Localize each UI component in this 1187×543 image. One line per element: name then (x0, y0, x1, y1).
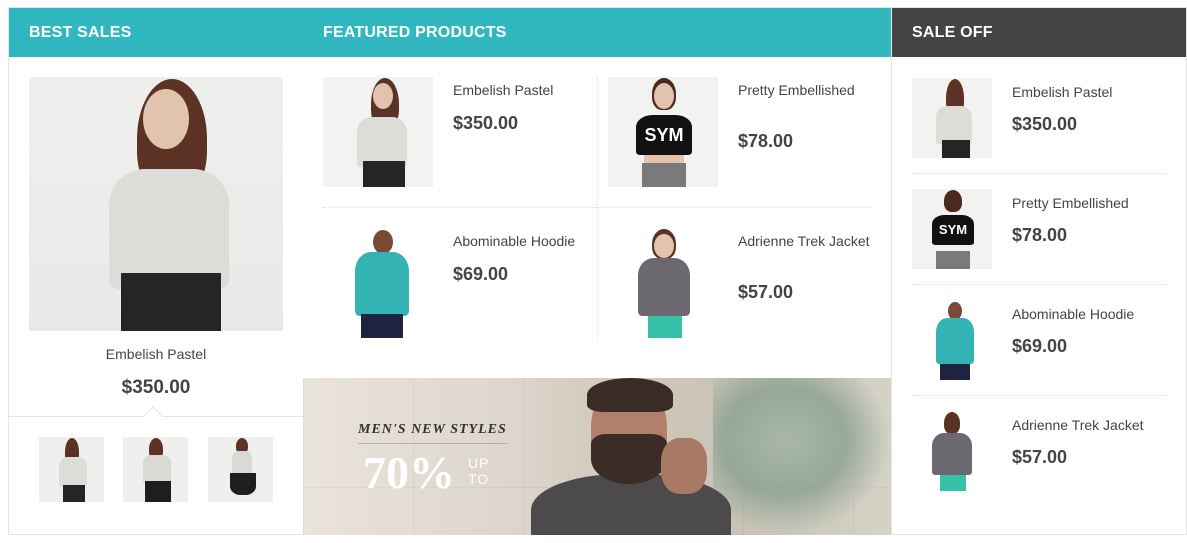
product-name[interactable]: Pretty Embellished (738, 81, 883, 99)
product-card: Adrienne Trek Jacket $57.00 (608, 228, 878, 358)
product-image[interactable] (608, 228, 718, 338)
sale-item: Abominable Hoodie $69.00 (912, 300, 1168, 400)
product-price: $78.00 (738, 131, 794, 151)
divider (912, 173, 1166, 174)
banner-slogan: MEN'S NEW STYLES (358, 422, 507, 437)
best-sales-header: BEST SALES (9, 8, 303, 57)
thumbnail-1[interactable] (39, 437, 104, 502)
divider (912, 395, 1166, 396)
banner-discount: 70% (363, 447, 455, 498)
featured-products-header: FEATURED PRODUCTS (303, 8, 892, 57)
divider (323, 207, 871, 208)
product-image[interactable]: SYM (912, 189, 992, 269)
product-image[interactable] (912, 78, 992, 158)
sale-off-panel: SALE OFF Embelish Pastel $350.00 SYM Pre… (891, 7, 1187, 535)
divider (912, 284, 1166, 285)
sale-off-header: SALE OFF (892, 8, 1186, 57)
banner-to: TO (468, 471, 490, 487)
product-name[interactable]: Pretty Embellished (1012, 195, 1129, 211)
product-price: $57.00 (1012, 447, 1068, 467)
product-card: Abominable Hoodie $69.00 (323, 228, 593, 358)
product-price: $57.00 (738, 282, 794, 302)
product-name[interactable]: Abominable Hoodie (1012, 306, 1134, 322)
product-price: $69.00 (1012, 336, 1068, 356)
product-name[interactable]: Adrienne Trek Jacket (1012, 417, 1144, 433)
product-name[interactable]: Embelish Pastel (1012, 84, 1112, 100)
print-text: SYM (636, 115, 692, 155)
banner-up-to: UP TO (468, 455, 489, 487)
print-text: SYM (932, 215, 974, 245)
product-price: $350.00 (1012, 114, 1078, 134)
product-price: $78.00 (1012, 225, 1068, 245)
banner-divider (358, 443, 508, 444)
best-sales-panel: BEST SALES Embelish Pastel $350.00 (8, 7, 304, 535)
mens-styles-banner[interactable]: MEN'S NEW STYLES 70% UP TO (303, 378, 892, 535)
thumbnail-2[interactable] (123, 437, 188, 502)
caret-up-icon (143, 406, 163, 426)
product-image[interactable] (912, 300, 992, 380)
best-sales-product-name[interactable]: Embelish Pastel (9, 346, 303, 362)
sale-item: Embelish Pastel $350.00 (912, 78, 1168, 178)
product-image[interactable] (912, 411, 992, 491)
product-card: Embelish Pastel $350.00 (323, 77, 593, 207)
featured-products-panel: FEATURED PRODUCTS Embelish Pastel $350.0… (303, 7, 892, 535)
product-card: SYM Pretty Embellished $78.00 (608, 77, 878, 207)
best-sales-main-image[interactable] (29, 77, 283, 331)
product-name[interactable]: Adrienne Trek Jacket (738, 232, 883, 250)
best-sales-product-price: $350.00 (121, 377, 191, 398)
banner-up: UP (468, 455, 490, 471)
cactus-image (713, 378, 892, 535)
product-image[interactable] (323, 77, 433, 187)
product-image[interactable] (323, 228, 433, 338)
divider (597, 78, 598, 340)
product-name[interactable]: Embelish Pastel (453, 81, 598, 99)
model-image (521, 378, 731, 535)
sale-item: SYM Pretty Embellished $78.00 (912, 189, 1168, 289)
sale-item: Adrienne Trek Jacket $57.00 (912, 411, 1168, 511)
product-price: $69.00 (453, 264, 509, 284)
thumbnail-3[interactable] (208, 437, 273, 502)
product-price: $350.00 (453, 113, 519, 133)
product-name[interactable]: Abominable Hoodie (453, 232, 598, 250)
product-image[interactable]: SYM (608, 77, 718, 187)
